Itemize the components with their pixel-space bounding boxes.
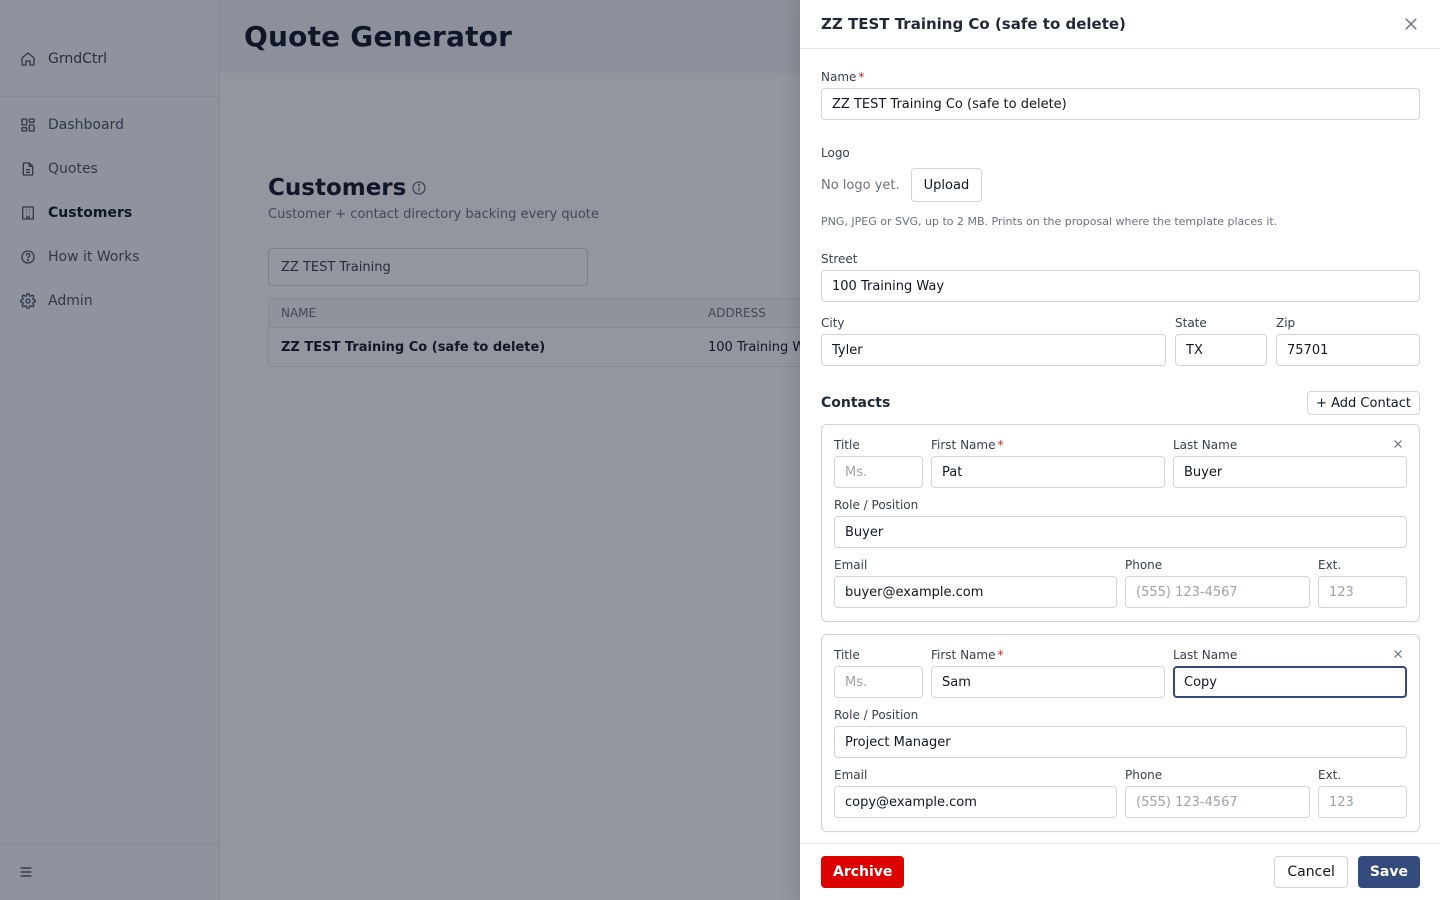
title-input[interactable]: [834, 666, 923, 698]
required-mark: *: [997, 438, 1004, 452]
archive-button[interactable]: Archive: [821, 856, 905, 888]
first-name-label: First Name *: [931, 648, 1165, 662]
title-label: Title: [834, 648, 860, 662]
ext-input[interactable]: [1318, 786, 1407, 818]
state-field-group: State: [1175, 316, 1267, 366]
last-name-label: Last Name: [1173, 438, 1238, 452]
zip-input[interactable]: [1276, 334, 1420, 366]
email-input[interactable]: [834, 576, 1117, 608]
add-contact-button[interactable]: + Add Contact: [1307, 391, 1420, 415]
upload-button[interactable]: Upload: [910, 168, 983, 202]
name-label-text: Name: [821, 70, 857, 84]
save-button[interactable]: Save: [1357, 856, 1420, 888]
city-input[interactable]: [821, 334, 1166, 366]
logo-field-group: Logo No logo yet. Upload PNG, JPEG or SV…: [821, 146, 1420, 228]
ext-label: Ext.: [1318, 558, 1342, 572]
email-input[interactable]: [834, 786, 1117, 818]
contact-first-name-group: First Name *: [931, 438, 1165, 488]
role-label: Role / Position: [834, 498, 919, 512]
ext-input[interactable]: [1318, 576, 1407, 608]
edit-customer-drawer: ZZ TEST Training Co (safe to delete) Nam…: [800, 0, 1440, 900]
contact-card: Title First Name* Last Name Role / Posit…: [821, 634, 1420, 832]
logo-row: No logo yet. Upload: [821, 168, 1420, 202]
street-label: Street: [821, 252, 858, 266]
zip-field-group: Zip: [1276, 316, 1420, 366]
street-field-group: Street: [821, 252, 1420, 302]
contact-ext-group: Ext.: [1318, 558, 1407, 608]
first-name-input[interactable]: [931, 666, 1165, 698]
email-label: Email: [834, 768, 868, 782]
title-label: Title: [834, 438, 860, 452]
name-label: Name *: [821, 70, 1420, 84]
last-name-label: Last Name: [1173, 648, 1238, 662]
logo-empty-text: No logo yet.: [821, 177, 900, 193]
contact-first-name-group: First Name *: [931, 648, 1165, 698]
name-field-group: Name *: [821, 70, 1420, 120]
contact-email-group: Email: [834, 558, 1117, 608]
city-label: City: [821, 316, 845, 330]
zip-label: Zip: [1276, 316, 1296, 330]
contact-phone-group: Phone: [1125, 768, 1310, 818]
contact-last-name-group: Last Name: [1173, 438, 1407, 488]
state-label: State: [1175, 316, 1207, 330]
drawer-body[interactable]: Name* Logo No logo yet. Upload PNG, JPEG…: [800, 49, 1440, 843]
drawer-footer: Archive Cancel Save: [800, 843, 1440, 900]
required-mark: *: [858, 70, 865, 84]
phone-label: Phone: [1125, 768, 1163, 782]
close-icon[interactable]: [1402, 15, 1420, 33]
logo-label: Logo: [821, 146, 850, 160]
contact-card: Title First Name* Last Name Role / Posit…: [821, 424, 1420, 622]
email-label: Email: [834, 558, 868, 572]
contact-role-group: Role / Position: [834, 708, 1407, 758]
contact-title-group: Title: [834, 438, 923, 488]
cancel-button[interactable]: Cancel: [1274, 856, 1348, 888]
contact-last-name-group: Last Name: [1173, 648, 1407, 698]
phone-input[interactable]: [1125, 576, 1310, 608]
first-name-label-text: First Name: [931, 648, 996, 662]
last-name-input[interactable]: [1173, 666, 1407, 698]
title-input[interactable]: [834, 456, 923, 488]
contact-role-group: Role / Position: [834, 498, 1407, 548]
role-label: Role / Position: [834, 708, 919, 722]
required-mark: *: [997, 648, 1004, 662]
drawer-title: ZZ TEST Training Co (safe to delete): [821, 15, 1126, 33]
first-name-input[interactable]: [931, 456, 1165, 488]
role-input[interactable]: [834, 726, 1407, 758]
contact-phone-group: Phone: [1125, 558, 1310, 608]
city-field-group: City: [821, 316, 1166, 366]
street-input[interactable]: [821, 270, 1420, 302]
drawer-header: ZZ TEST Training Co (safe to delete): [800, 0, 1440, 49]
ext-label: Ext.: [1318, 768, 1342, 782]
first-name-label: First Name *: [931, 438, 1165, 452]
contact-ext-group: Ext.: [1318, 768, 1407, 818]
contact-email-group: Email: [834, 768, 1117, 818]
phone-input[interactable]: [1125, 786, 1310, 818]
name-input[interactable]: [821, 88, 1420, 120]
state-input[interactable]: [1175, 334, 1267, 366]
contact-title-group: Title: [834, 648, 923, 698]
logo-hint: PNG, JPEG or SVG, up to 2 MB. Prints on …: [821, 215, 1278, 228]
contacts-label: Contacts: [821, 395, 891, 411]
last-name-input[interactable]: [1173, 456, 1407, 488]
contacts-header: Contacts + Add Contact: [821, 391, 1420, 415]
phone-label: Phone: [1125, 558, 1163, 572]
first-name-label-text: First Name: [931, 438, 996, 452]
role-input[interactable]: [834, 516, 1407, 548]
